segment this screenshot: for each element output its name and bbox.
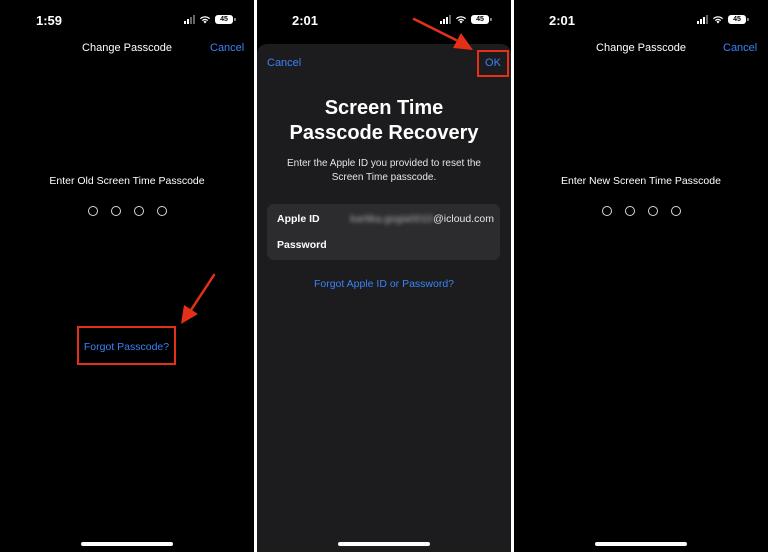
status-time: 2:01 (549, 13, 576, 28)
passcode-dot (87, 206, 98, 216)
apple-id-blurred: kartika.gogia0010 (350, 213, 434, 225)
passcode-dot (624, 206, 635, 216)
passcode-dot (156, 206, 167, 216)
status-icons: 45 (184, 13, 236, 25)
passcode-prompt: Enter Old Screen Time Passcode (49, 175, 205, 187)
passcode-dot (133, 206, 144, 216)
status-icons: 45 (697, 13, 749, 25)
wifi-icon (713, 16, 723, 24)
annotation-arrow (412, 17, 473, 50)
status-time: 1:59 (36, 13, 63, 28)
cancel-button[interactable]: Cancel (210, 42, 244, 54)
ok-button[interactable]: OK (477, 57, 509, 69)
screen-enter-old-passcode: 1:59 45 Change Passcode Cancel Enter Old… (0, 0, 254, 552)
home-indicator (338, 542, 430, 546)
sheet-title-line2: Passcode Recovery (289, 122, 479, 144)
passcode-dot (601, 206, 612, 216)
passcode-dots (514, 206, 768, 216)
cellular-signal-icon (697, 14, 708, 24)
forgot-apple-id-link[interactable]: Forgot Apple ID or Password? (257, 278, 511, 290)
home-indicator (595, 542, 687, 546)
sheet-title: Screen Time Passcode Recovery (257, 96, 511, 146)
sheet-description: Enter the Apple ID you provided to reset… (286, 158, 481, 183)
apple-id-label: Apple ID (277, 213, 320, 225)
cellular-signal-icon (184, 14, 195, 24)
home-indicator (81, 542, 173, 546)
screen-enter-new-passcode: 2:01 45 Change Passcode Cancel Enter New… (514, 0, 768, 552)
apple-id-domain: @icloud.com (433, 213, 494, 225)
status-time: 2:01 (292, 13, 319, 28)
cancel-button[interactable]: Cancel (723, 42, 757, 54)
passcode-dot (647, 206, 658, 216)
passcode-dots (0, 206, 254, 216)
passcode-dot (670, 206, 681, 216)
cancel-button[interactable]: Cancel (267, 57, 301, 69)
apple-id-field[interactable]: kartika.gogia0010@icloud.com (350, 213, 494, 225)
annotation-arrow (181, 273, 216, 324)
forgot-passcode-link[interactable]: Forgot Passcode? (77, 341, 176, 353)
sheet-title-line1: Screen Time (324, 97, 444, 119)
apple-id-form: Apple ID kartika.gogia0010@icloud.com Pa… (267, 204, 500, 260)
password-field[interactable] (357, 235, 494, 255)
battery-icon: 45 (215, 14, 236, 24)
battery-icon: 45 (728, 14, 749, 24)
passcode-dot (110, 206, 121, 216)
recovery-sheet: Cancel OK Screen Time Passcode Recovery … (257, 44, 511, 552)
password-label: Password (277, 239, 327, 251)
screen-passcode-recovery: 2:01 45 Cancel OK Screen Time Passcode R… (257, 0, 511, 552)
wifi-icon (200, 16, 210, 24)
passcode-prompt: Enter New Screen Time Passcode (561, 175, 721, 187)
